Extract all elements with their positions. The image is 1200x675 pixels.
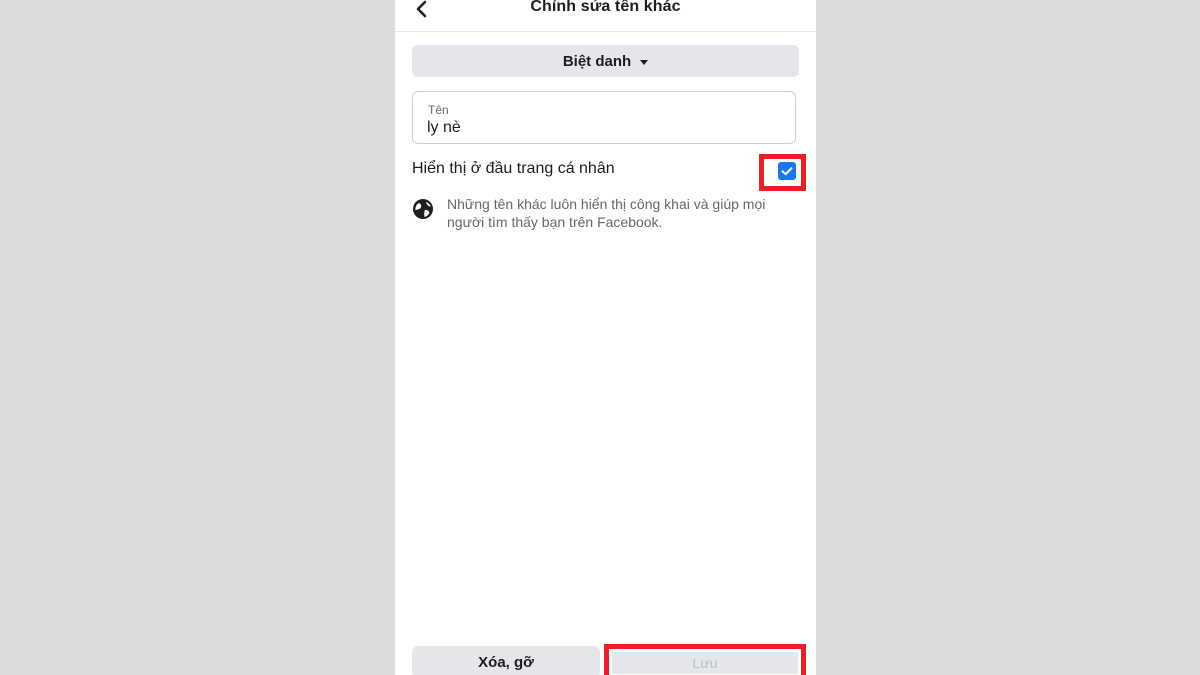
name-type-dropdown[interactable]: Biệt danh xyxy=(412,45,799,77)
page-title: Chỉnh sửa tên khác xyxy=(530,0,681,15)
save-button-label: Lưu xyxy=(692,655,718,671)
show-on-profile-label: Hiển thị ở đầu trang cá nhân xyxy=(412,160,615,177)
name-input-value: ly nè xyxy=(427,119,461,136)
checkmark-icon xyxy=(781,167,793,176)
globe-icon xyxy=(412,198,434,220)
caret-down-icon xyxy=(640,59,649,65)
visibility-info-text: Những tên khác luôn hiển thị công khai v… xyxy=(447,196,766,230)
header-bar: Chỉnh sửa tên khác xyxy=(395,0,816,32)
phone-screen: Chỉnh sửa tên khác Biệt danh Tên ly nè H… xyxy=(395,0,816,675)
delete-button[interactable]: Xóa, gỡ xyxy=(412,646,600,675)
show-on-profile-checkbox[interactable] xyxy=(778,162,796,180)
name-input-label: Tên xyxy=(428,103,449,117)
save-button[interactable]: Lưu xyxy=(612,652,798,674)
delete-button-label: Xóa, gỡ xyxy=(478,653,534,671)
name-type-label: Biệt danh xyxy=(562,52,632,70)
name-input[interactable]: Tên ly nè xyxy=(412,91,796,144)
